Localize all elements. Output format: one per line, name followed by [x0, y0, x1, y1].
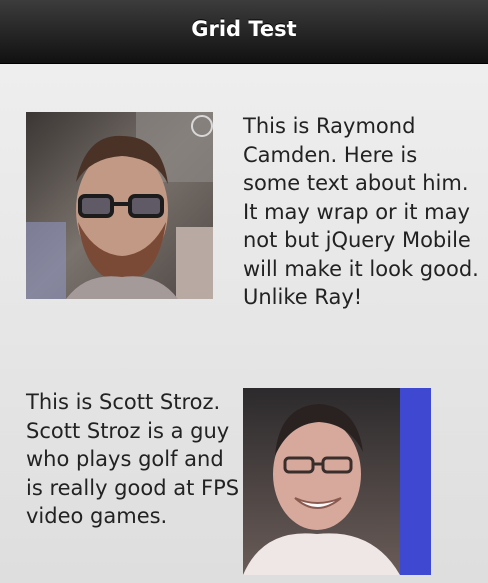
- raymond-camden-photo: [26, 112, 213, 299]
- scott-stroz-bio: This is Scott Stroz. Scott Stroz is a gu…: [26, 390, 240, 528]
- raymond-camden-bio: This is Raymond Camden. Here is some tex…: [243, 114, 479, 309]
- page-header: Grid Test: [0, 0, 488, 64]
- scott-stroz-photo: [243, 388, 431, 575]
- page-title: Grid Test: [191, 17, 297, 41]
- page-content: This is Raymond Camden. Here is some tex…: [0, 64, 488, 583]
